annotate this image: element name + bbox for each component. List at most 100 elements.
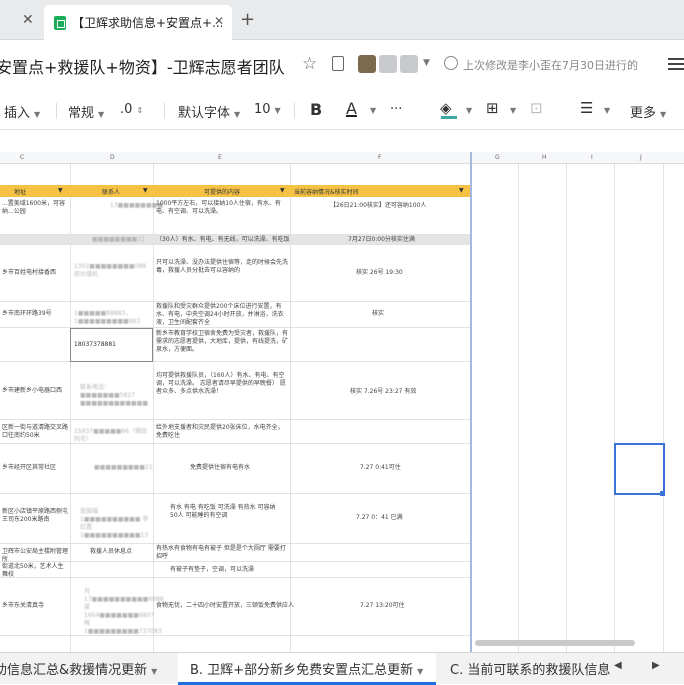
cell-status[interactable]: 核实 7.26号 23:27 有效 [350,388,416,396]
filter-icon[interactable]: ▼ [280,187,285,194]
chevron-down-icon[interactable]: ▼ [600,102,610,117]
chevron-down-icon[interactable]: ▼ [423,58,430,68]
fill-color-icon[interactable]: ◈ [440,99,452,117]
cell-content[interactable]: （30人）有水、有电、有无线，可以洗澡、有吃饭 [156,236,290,244]
menu-icon[interactable] [668,58,684,70]
prev-sheet-icon[interactable]: ◀ [614,660,622,671]
cell-address[interactable]: 乡市东关清真寺 [2,602,68,610]
cell-content[interactable]: 救援队和受灾群众提供200个床位进行安置，有水、有电，中央空调24小时开放，并淋… [156,303,288,327]
more-menu[interactable]: 更多 ▼ [630,102,666,121]
cell-address[interactable]: 乡市经开区其常社区 [2,464,68,472]
cell-address[interactable]: 区新一街与道清路交叉路口往南约50米 [2,424,68,440]
decimal-places-stepper[interactable]: .0 ⇕ [120,102,143,117]
spreadsheet-grid[interactable]: C D E F G H I J 地址 ▼ 联系人 ▼ 可提供的内容 ▼ 当前容纳… [0,152,684,652]
borders-icon[interactable]: ⊞ [486,99,499,117]
cell-contact[interactable]: 张国福1■■■■■■■■■■ 李红霞1■■■■■■■■■■13 [80,508,152,540]
cell-status[interactable]: 7月27日0:00分核实住满 [348,236,415,244]
header-cell[interactable]: 联系人 [102,187,120,196]
active-cell-selection[interactable] [614,443,665,495]
column-header[interactable]: G [495,154,500,161]
horizontal-scrollbar[interactable] [475,640,635,646]
cell-status[interactable]: 【26日21:00核实】还可容纳100人 [330,202,426,210]
selected-contact-cell[interactable]: 18037378881 [70,328,153,362]
next-sheet-icon[interactable]: ▶ [652,660,660,671]
table-row[interactable]: ...置美域1600米，可容纳...公园 13■■■■■■■■ 1000平方左右… [0,198,470,235]
filter-icon[interactable]: ▼ [143,187,148,194]
close-tab-icon[interactable]: ✕ [22,12,34,28]
align-icon[interactable]: ☰ [580,99,593,117]
cell-address[interactable]: 乡市百姓电村接香西 [2,269,68,277]
table-row[interactable]: ■■■■■■■■11 （30人）有水、有电、有无线，可以洗澡、有吃饭 7月27日… [0,235,470,245]
table-row[interactable]: 区新一街与道清路交叉路口往南约50米 15937■■■■■66（微信同号） 给外… [0,420,470,444]
cell-content[interactable]: 免费提供住宿有电有水 [190,464,250,472]
avatar[interactable] [400,55,418,73]
cell-content[interactable]: 1000平方左右，可以接纳10人住宿，有水、有电、有空调、可以洗澡。 [156,200,288,216]
header-cell[interactable]: 当前容纳情况&核实时间 [294,187,359,196]
chevron-down-icon[interactable]: ▼ [462,102,472,117]
cell-status[interactable]: 7.27 13:20可住 [360,602,405,610]
column-header[interactable]: J [640,154,642,161]
column-header[interactable]: E [218,154,222,161]
cell-address[interactable]: 街道北50米，艺术人生舞校 [2,563,68,579]
browser-tab-active[interactable]: 【卫辉求助信息+安置点+... ✕ [44,5,232,40]
cell-contact[interactable]: 刘17■■■■■■■■■■6888 梁 1664■■■■■■■6807 梅 1■… [84,588,164,636]
cell-address[interactable]: 乡市南环环路39号 [2,310,68,318]
sheet-tab-c[interactable]: C. 当前可联系的救援队信息 [450,659,610,678]
column-header[interactable]: D [110,154,115,161]
table-row[interactable]: 街道北50米，艺术人生舞校 有被子有垫子，空调，可以洗澡 [0,562,470,578]
table-row[interactable]: 新区小店镇平原路西侧屯王司东200米路南 张国福1■■■■■■■■■■ 李红霞1… [0,494,470,544]
font-size-select[interactable]: 10 ▼ [254,102,281,117]
last-modified-text[interactable]: 上次修改是李小歪在7月30日进行的 [463,57,638,73]
cell-address[interactable]: ...置美域1600米，可容纳...公园 [2,200,68,216]
sheet-tab-a[interactable]: 助信息汇总&救援情况更新 ▼ [0,659,157,678]
table-row[interactable]: 乡市东关清真寺 刘17■■■■■■■■■■6888 梁 1664■■■■■■■6… [0,578,470,636]
font-family-select[interactable]: 默认字体 ▼ [178,102,240,121]
column-header[interactable]: I [591,154,593,161]
cell-contact[interactable]: 联系电话：■■■■■■■5827 ■■■■■■■■■■■■ [80,384,152,408]
cell-content[interactable]: 有被子有垫子，空调，可以洗澡 [170,566,254,574]
table-row[interactable]: 乡市经开区其常社区 ■■■■■■■■■21 免费提供住宿有电有水 7.27 0:… [0,444,470,494]
chevron-down-icon[interactable]: ▼ [506,102,516,117]
avatar[interactable] [358,55,376,73]
cell-address[interactable]: 新区小店镇平原路西侧屯王司东200米路南 [2,508,68,524]
cell-contact[interactable]: ■■■■■■■■■21 [94,464,153,472]
cell-content[interactable]: 有水 有电 有吃饭 可洗澡 有热水 可容纳50人 可能睡的有空调 [170,504,280,520]
table-row[interactable]: 乡市南环环路39号 1■■■■■88883，1■■■■■■■■■883 救援队和… [0,302,470,328]
bold-button[interactable]: B [310,100,322,119]
fill-handle[interactable] [660,491,665,496]
merge-cells-icon[interactable]: ⊡ [530,99,543,117]
sheet-tab-b[interactable]: B. 卫辉+部分新乡免费安置点汇总更新 ▼ [178,653,436,685]
header-cell[interactable]: 地址 [14,187,26,196]
cell-content[interactable]: 新乡市教育学校卫宿舍免费为受灾者，救援队，有需求的志愿者提供，大地库，提供，有线… [156,330,288,354]
cell-status[interactable]: 7.27 0：41 已满 [356,514,403,522]
column-header[interactable]: H [542,154,547,161]
cell-content[interactable]: 给外地支援者和灾民提供20张床位，水电齐全，免费吃住 [156,424,288,440]
star-icon[interactable]: ☆ [302,54,317,74]
cell-contact[interactable]: 救援人员休息点 [90,548,132,556]
filter-icon[interactable]: ▼ [459,187,464,194]
column-header[interactable]: C [20,154,24,161]
cell-content[interactable]: 食物无忧，二十四小时安置开放，三顿饭免费供应人 [156,602,294,610]
number-format-select[interactable]: 常规 ▼ [68,102,104,121]
table-row[interactable]: 卫辉市公安局主楼附管理所 救援人员休息点 有热水有食物有电有被子 但是是个大厕厅… [0,544,470,563]
chevron-down-icon[interactable]: ▼ [366,102,376,117]
text-color-button[interactable]: A [346,99,357,118]
header-cell[interactable]: 可提供的内容 [204,187,240,196]
more-format-button[interactable]: ··· [390,102,402,117]
cell-content[interactable]: 有热水有食物有电有被子 但是是个大厕厅 需要打招呼 [156,545,288,561]
avatar[interactable] [379,55,397,73]
cell-status[interactable]: 7.27 0:41可住 [360,464,401,472]
cell-status[interactable]: 核实 26号 19:30 [356,269,403,277]
collaborator-avatars[interactable] [358,55,418,73]
filter-icon[interactable]: ▼ [58,187,63,194]
table-row[interactable]: 乡市建新乡小电器口西 联系电话：■■■■■■■5827 ■■■■■■■■■■■■… [0,362,470,420]
cell-contact[interactable]: 15937■■■■■66（微信同号） [74,428,152,444]
cell-contact[interactable]: ■■■■■■■■11 [92,236,145,244]
cell-contact[interactable]: 1■■■■■88883，1■■■■■■■■■883 [74,310,152,326]
close-tab-icon[interactable]: ✕ [214,14,224,28]
cell-status[interactable]: 核实 [372,310,384,318]
table-row[interactable]: 乡市百姓电村接香西 1302■■■■■■■■088 前台值机 只可以洗澡、没办法… [0,245,470,302]
column-header[interactable]: F [378,154,381,161]
frozen-column-divider[interactable] [470,152,472,652]
document-icon[interactable] [332,56,344,71]
